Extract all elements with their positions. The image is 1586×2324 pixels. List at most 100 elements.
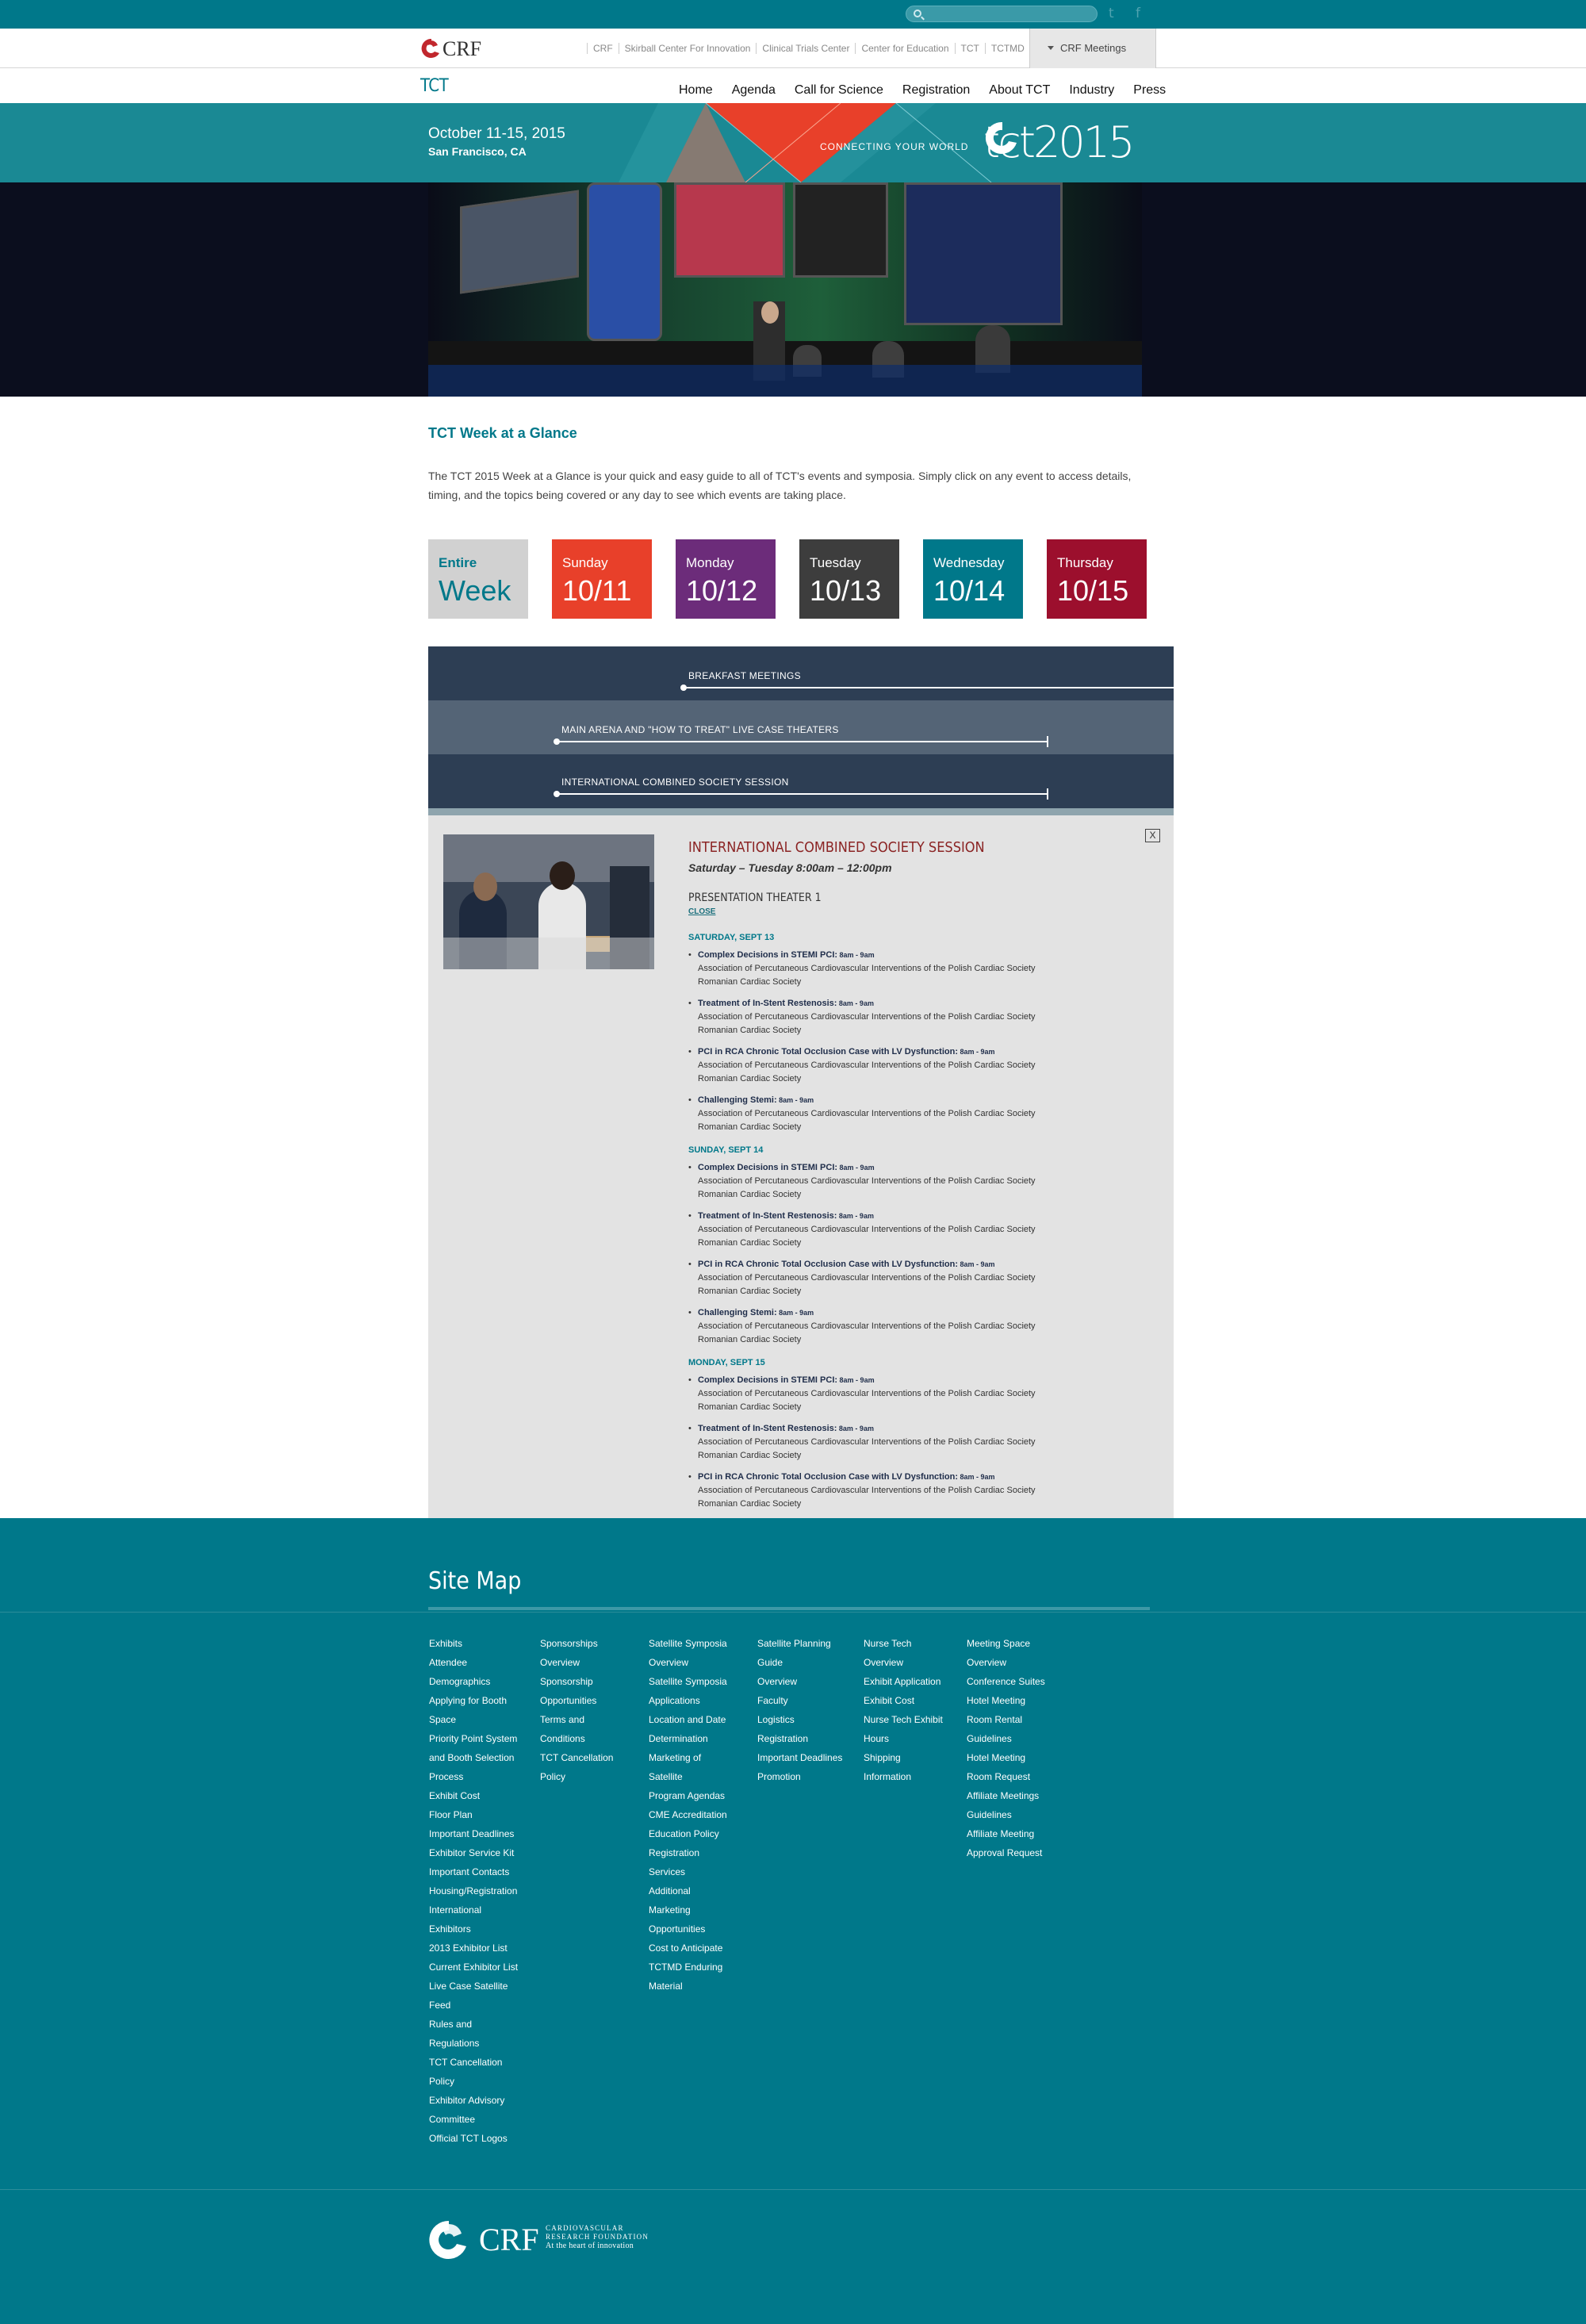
crf-link-tctmd[interactable]: TCTMD [984, 43, 1030, 54]
day-thursday[interactable]: Thursday 10/15 [1047, 539, 1147, 619]
sitemap-link[interactable]: Approval Request [967, 1843, 1070, 1862]
sitemap-link[interactable]: Satellite Symposia [649, 1672, 752, 1691]
sitemap-link[interactable]: Exhibitor Service Kit [429, 1843, 532, 1862]
sitemap-link[interactable]: Information [864, 1767, 967, 1786]
sitemap-link[interactable]: Determination [649, 1729, 752, 1748]
facebook-icon[interactable]: f [1136, 6, 1140, 21]
timeline-row-breakfast[interactable]: BREAKFAST MEETINGS [428, 646, 1174, 700]
sitemap-link[interactable]: Promotion [757, 1767, 860, 1786]
sitemap-link[interactable]: Floor Plan [429, 1805, 532, 1824]
sitemap-link[interactable]: Satellite Symposia [649, 1634, 752, 1653]
crf-link-tct[interactable]: TCT [954, 43, 985, 54]
sitemap-link[interactable]: Sponsorships [540, 1634, 643, 1653]
sitemap-link[interactable]: Priority Point System [429, 1729, 532, 1748]
timeline-row-main-arena[interactable]: MAIN ARENA AND "HOW TO TREAT" LIVE CASE … [428, 700, 1174, 754]
sitemap-link[interactable]: Program Agendas [649, 1786, 752, 1805]
day-sunday[interactable]: Sunday 10/11 [552, 539, 652, 619]
sitemap-link[interactable]: Process [429, 1767, 532, 1786]
sitemap-link[interactable]: Live Case Satellite [429, 1977, 532, 1996]
sitemap-link[interactable]: Sponsorship [540, 1672, 643, 1691]
timeline-row-international[interactable]: INTERNATIONAL COMBINED SOCIETY SESSION [428, 754, 1174, 808]
sitemap-link[interactable]: Important Deadlines [429, 1824, 532, 1843]
crf-link-education[interactable]: Center for Education [855, 43, 954, 54]
sitemap-link[interactable]: International [429, 1900, 532, 1919]
sitemap-link[interactable]: Exhibitors [429, 1919, 532, 1939]
sitemap-link[interactable]: Exhibit Application [864, 1672, 967, 1691]
day-entire-week[interactable]: Entire Week [428, 539, 528, 619]
sitemap-link[interactable]: Current Exhibitor List [429, 1958, 532, 1977]
sitemap-link[interactable]: Hours [864, 1729, 967, 1748]
sitemap-link[interactable]: Additional [649, 1881, 752, 1900]
sitemap-link[interactable]: Nurse Tech [864, 1634, 967, 1653]
sitemap-link[interactable]: Policy [540, 1767, 643, 1786]
crf-link-skirball[interactable]: Skirball Center For Innovation [618, 43, 757, 54]
day-tuesday[interactable]: Tuesday 10/13 [799, 539, 899, 619]
sitemap-link[interactable]: Affiliate Meetings [967, 1786, 1070, 1805]
sitemap-link[interactable]: Material [649, 1977, 752, 1996]
sitemap-link[interactable]: Committee [429, 2110, 532, 2129]
sitemap-link[interactable]: Opportunities [649, 1919, 752, 1939]
sitemap-link[interactable]: Room Rental [967, 1710, 1070, 1729]
sitemap-link[interactable]: Attendee [429, 1653, 532, 1672]
sitemap-link[interactable]: Opportunities [540, 1691, 643, 1710]
crf-link-clinical-trials[interactable]: Clinical Trials Center [756, 43, 855, 54]
nav-press[interactable]: Press [1133, 83, 1166, 98]
sitemap-link[interactable]: Conference Suites [967, 1672, 1070, 1691]
sitemap-link[interactable]: Hotel Meeting [967, 1691, 1070, 1710]
nav-registration[interactable]: Registration [902, 83, 970, 98]
sitemap-link[interactable]: Faculty [757, 1691, 860, 1710]
sitemap-link[interactable]: Shipping [864, 1748, 967, 1767]
sitemap-link[interactable]: Exhibitor Advisory [429, 2091, 532, 2110]
sitemap-link[interactable]: and Booth Selection [429, 1748, 532, 1767]
nav-agenda[interactable]: Agenda [732, 83, 776, 98]
sitemap-link[interactable]: Overview [967, 1653, 1070, 1672]
sitemap-link[interactable]: Housing/Registration [429, 1881, 532, 1900]
sitemap-link[interactable]: Overview [864, 1653, 967, 1672]
sitemap-link[interactable]: Logistics [757, 1710, 860, 1729]
sitemap-link[interactable]: Space [429, 1710, 532, 1729]
sitemap-link[interactable]: Applications [649, 1691, 752, 1710]
sitemap-link[interactable]: TCT Cancellation [429, 2053, 532, 2072]
day-wednesday[interactable]: Wednesday 10/14 [923, 539, 1023, 619]
sitemap-link[interactable]: Overview [540, 1653, 643, 1672]
sitemap-link[interactable]: Registration [649, 1843, 752, 1862]
sitemap-link[interactable]: Hotel Meeting [967, 1748, 1070, 1767]
sitemap-link[interactable]: Guide [757, 1653, 860, 1672]
nav-industry[interactable]: Industry [1069, 83, 1114, 98]
sitemap-link[interactable]: Services [649, 1862, 752, 1881]
sitemap-link[interactable]: Overview [649, 1653, 752, 1672]
sitemap-link[interactable]: Cost to Anticipate [649, 1939, 752, 1958]
tct-brand[interactable]: TCT [420, 76, 449, 96]
sitemap-link[interactable]: Demographics [429, 1672, 532, 1691]
sitemap-link[interactable]: Terms and [540, 1710, 643, 1729]
sitemap-link[interactable]: Exhibit Cost [864, 1691, 967, 1710]
search-box[interactable] [906, 6, 1098, 22]
sitemap-link[interactable]: Guidelines [967, 1729, 1070, 1748]
sitemap-link[interactable]: Meeting Space [967, 1634, 1070, 1653]
twitter-icon[interactable]: t [1109, 6, 1114, 21]
crf-logo[interactable]: CRF [419, 36, 498, 61]
sitemap-link[interactable]: Important Contacts [429, 1862, 532, 1881]
sitemap-link[interactable]: Regulations [429, 2034, 532, 2053]
crf-meetings-dropdown[interactable]: CRF Meetings [1029, 29, 1156, 68]
crf-footer-logo[interactable]: CRF CARDIOVASCULAR RESEARCH FOUNDATION A… [425, 2216, 671, 2264]
sitemap-link[interactable]: TCT Cancellation [540, 1748, 643, 1767]
nav-home[interactable]: Home [679, 83, 713, 98]
sitemap-link[interactable]: Feed [429, 1996, 532, 2015]
session-close-link[interactable]: CLOSE [688, 907, 715, 916]
sitemap-link[interactable]: Official TCT Logos [429, 2129, 532, 2148]
sitemap-link[interactable]: Registration [757, 1729, 860, 1748]
day-monday[interactable]: Monday 10/12 [676, 539, 776, 619]
sitemap-link[interactable]: Exhibit Cost [429, 1786, 532, 1805]
sitemap-link[interactable]: Applying for Booth [429, 1691, 532, 1710]
sitemap-link[interactable]: Rules and [429, 2015, 532, 2034]
nav-about-tct[interactable]: About TCT [989, 83, 1050, 98]
sitemap-link[interactable]: Marketing of [649, 1748, 752, 1767]
sitemap-link[interactable]: Important Deadlines [757, 1748, 860, 1767]
sitemap-link[interactable]: Overview [757, 1672, 860, 1691]
sitemap-link[interactable]: Nurse Tech Exhibit [864, 1710, 967, 1729]
sitemap-link[interactable]: Location and Date [649, 1710, 752, 1729]
sitemap-link[interactable]: Exhibits [429, 1634, 532, 1653]
search-input[interactable] [927, 8, 1090, 20]
sitemap-link[interactable]: Education Policy [649, 1824, 752, 1843]
